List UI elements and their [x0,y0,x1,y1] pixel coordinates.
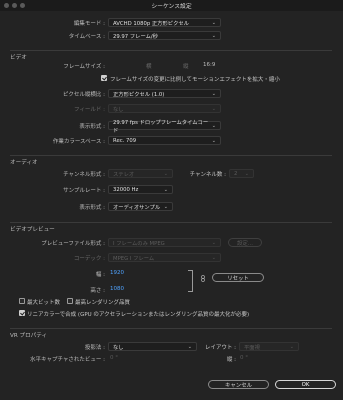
display-format-label: 表示形式 : [79,124,105,130]
max-bit-depth-label: 最大ビット数 [27,300,61,306]
chevron-down-icon: ⌄ [187,343,192,350]
working-color-label: 作業カラースペース : [52,139,105,145]
pixel-aspect-value: 正方形ピクセル (1.0) [113,91,165,98]
channel-format-label: チャンネル形式 : [63,172,105,178]
audio-display-format-label: 表示形式 : [79,205,105,211]
projection-value: なし [113,344,124,351]
display-format-value: 29.97 fps ドロップフレームタイムコード [113,119,209,134]
codec-value: MPEG I フレーム [113,255,155,262]
chevron-down-icon: ⌄ [211,239,216,246]
chain-link-icon[interactable] [201,275,205,282]
edit-mode-value: AVCHD 1080p 正方形ピクセル [113,20,189,27]
chevron-down-icon: ⌄ [211,19,216,26]
fields-value: なし [113,106,124,113]
preview-format-label: プレビューファイル形式 : [41,241,105,247]
max-render-quality-checkbox[interactable] [67,298,73,304]
sample-rate-select[interactable]: 32000 Hz ⌄ [108,185,173,194]
fields-label: フィールド : [74,107,105,113]
close-window-button[interactable] [4,3,9,8]
width-value[interactable]: 1920 [110,270,124,276]
zoom-window-button[interactable] [20,3,25,8]
chevron-down-icon: ⌄ [211,254,216,261]
timebase-label: タイムベース : [68,34,105,40]
channel-format-select[interactable]: ステレオ ⌄ [108,169,173,178]
timebase-value: 29.97 フレーム/秒 [113,33,158,40]
timebase-select[interactable]: 29.97 フレーム/秒 ⌄ [108,31,221,40]
height-label: 高さ : [90,288,105,294]
h-capture-value[interactable]: 0 ° [110,355,118,361]
audio-section-title: オーディオ [10,160,38,166]
preview-format-value: I フレームのみ MPEG [113,240,165,247]
channel-format-value: ステレオ [113,171,135,178]
sample-rate-label: サンプルレート : [63,188,105,194]
chevron-down-icon: ⌄ [211,122,216,129]
aspect-ratio: 16:9 [203,62,216,68]
audio-display-format-value: オーディオサンプル [113,204,161,211]
width-label: 幅 : [95,272,105,278]
chevron-down-icon: ⌄ [211,105,216,112]
vr-vertical-value[interactable]: 0 ° [240,355,248,361]
cancel-button[interactable]: キャンセル [208,380,269,389]
linear-color-checkbox[interactable] [19,310,25,316]
pixel-aspect-select[interactable]: 正方形ピクセル (1.0) ⌄ [108,89,221,98]
vertical-label: 縦 [183,64,189,70]
chevron-down-icon: ⌄ [163,170,168,177]
layout-select[interactable]: 平面視 ⌄ [239,342,299,351]
channels-label: チャンネル数 : [189,172,226,178]
preview-section-header: ビデオプレビュー [10,222,332,233]
ok-button[interactable]: OK [275,380,336,389]
preview-settings-label: 設定... [237,240,253,247]
edit-mode-label: 編集モード : [73,21,105,27]
preview-format-select[interactable]: I フレームのみ MPEG ⌄ [108,238,221,247]
pixel-aspect-label: ピクセル縦横比 : [62,92,105,98]
chevron-down-icon: ⌄ [163,186,168,193]
chevron-down-icon: ⌄ [211,90,216,97]
fields-select[interactable]: なし ⌄ [108,104,221,113]
frame-size-label: フレームサイズ : [63,64,105,70]
max-bit-depth-checkbox[interactable] [19,298,25,304]
title-bar: シーケンス設定 [0,0,343,11]
working-color-value: Rec. 709 [113,137,137,144]
h-capture-label: 水平キャプチャされたビュー : [29,357,105,363]
dimension-link-bracket [188,270,193,292]
chevron-down-icon: ⌄ [211,32,216,39]
height-value[interactable]: 1080 [110,286,124,292]
chevron-down-icon: ⌄ [211,137,216,144]
chevron-down-icon: ⌄ [289,343,294,350]
chevron-down-icon: ⌄ [244,170,249,177]
minimize-window-button[interactable] [12,3,17,8]
vr-section-title: VR プロパティ [10,333,48,339]
scale-motion-label: フレームサイズの変更に比例してモーションエフェクトを拡大・縮小 [110,77,280,83]
codec-label: コーデック : [73,256,105,262]
chevron-down-icon: ⌄ [163,203,168,210]
reset-button[interactable]: リセット [212,273,264,282]
reset-label: リセット [227,275,249,282]
audio-display-format-select[interactable]: オーディオサンプル ⌄ [108,202,173,211]
projection-label: 投影法 : [84,345,105,351]
working-color-select[interactable]: Rec. 709 ⌄ [108,136,221,145]
display-format-select[interactable]: 29.97 fps ドロップフレームタイムコード ⌄ [108,120,221,134]
horizontal-label: 横 [146,64,152,70]
linear-color-label: リニアカラーで合成 (GPU のアクセラレーションまたはレンダリング品質の最大化… [27,312,250,318]
edit-mode-select[interactable]: AVCHD 1080p 正方形ピクセル ⌄ [108,18,221,27]
max-render-quality-label: 最高レンダリング品質 [75,300,131,306]
layout-value: 平面視 [244,344,260,351]
layout-label: レイアウト : [204,345,236,351]
video-section-header: ビデオ [10,50,332,61]
vr-section-header: VR プロパティ [10,328,332,339]
channels-value: 2 [234,170,238,177]
window-title: シーケンス設定 [151,4,192,10]
codec-select[interactable]: MPEG I フレーム ⌄ [108,253,221,262]
scale-motion-checkbox[interactable] [101,75,107,81]
preview-section-title: ビデオプレビュー [10,227,55,233]
vr-vertical-label: 縦 : [226,357,236,363]
channels-select[interactable]: 2 ⌄ [229,169,254,178]
projection-select[interactable]: なし ⌄ [108,342,197,351]
ok-label: OK [301,381,310,388]
video-section-title: ビデオ [10,55,27,61]
cancel-label: キャンセル [225,382,252,389]
sample-rate-value: 32000 Hz [113,186,139,193]
audio-section-header: オーディオ [10,155,332,166]
preview-settings-button[interactable]: 設定... [228,238,262,247]
